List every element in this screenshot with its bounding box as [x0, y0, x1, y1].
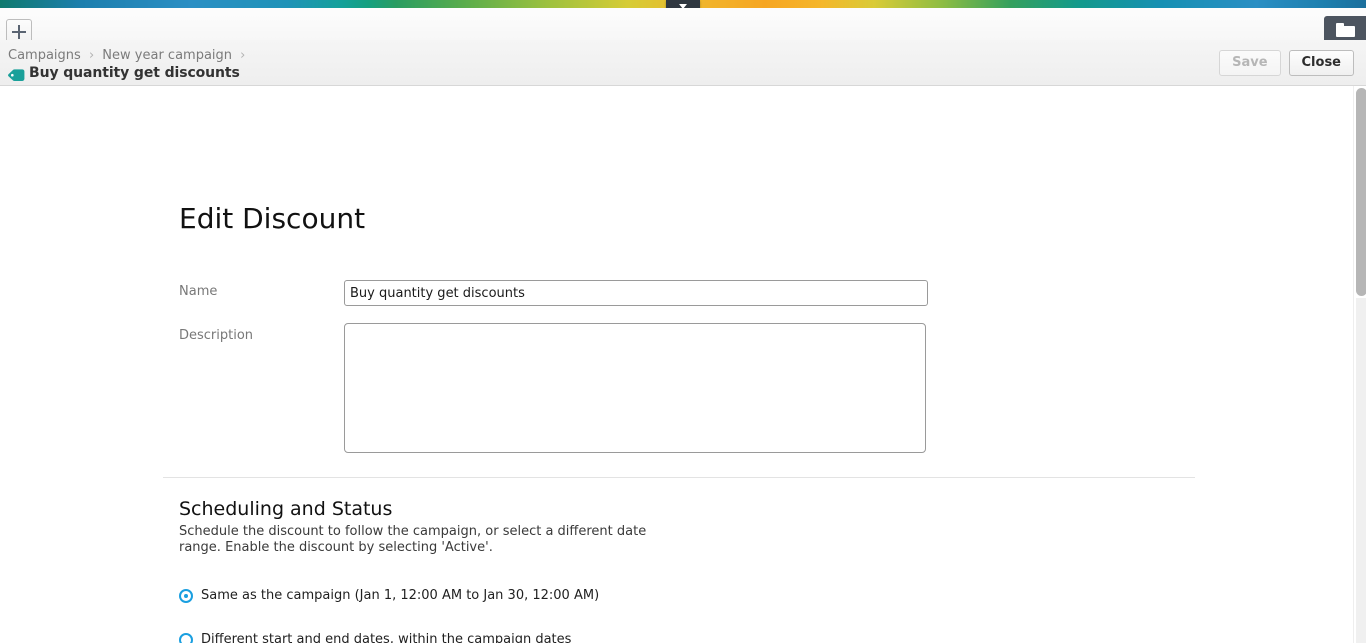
page-title-row: Buy quantity get discounts — [8, 65, 240, 81]
description-textarea[interactable] — [344, 323, 926, 453]
scheduling-heading: Scheduling and Status — [179, 498, 393, 520]
main-content: Edit Discount Name Description Schedulin… — [0, 86, 1354, 643]
radio-option-same-as-campaign[interactable]: Same as the campaign (Jan 1, 12:00 AM to… — [179, 588, 599, 603]
close-button[interactable]: Close — [1288, 50, 1354, 76]
name-field-label: Name — [179, 284, 218, 299]
page-title: Buy quantity get discounts — [29, 65, 240, 81]
form-heading: Edit Discount — [179, 202, 366, 235]
radio-label-same-as-campaign[interactable]: Same as the campaign (Jan 1, 12:00 AM to… — [201, 588, 599, 603]
vertical-scrollbar[interactable] — [1353, 86, 1366, 643]
header-actions: Save Close — [1219, 50, 1354, 76]
breadcrumb-separator: › — [240, 48, 246, 63]
radio-label-different-dates[interactable]: Different start and end dates, within th… — [201, 632, 571, 643]
radio-option-different-dates[interactable]: Different start and end dates, within th… — [179, 632, 571, 643]
breadcrumb: Campaigns › New year campaign › — [8, 48, 249, 63]
breadcrumb-item-campaigns[interactable]: Campaigns — [8, 48, 81, 63]
scrollbar-track-lower[interactable] — [1356, 298, 1366, 643]
scrollbar-thumb[interactable] — [1356, 88, 1366, 296]
scheduling-description: Schedule the discount to follow the camp… — [179, 524, 647, 555]
radio-icon-checked[interactable] — [179, 588, 193, 603]
breadcrumb-separator: › — [88, 48, 95, 63]
name-input[interactable] — [344, 280, 928, 306]
page-header: Campaigns › New year campaign › Buy quan… — [0, 40, 1366, 86]
save-button[interactable]: Save — [1219, 50, 1281, 76]
description-field-label: Description — [179, 328, 254, 343]
tag-icon — [8, 67, 25, 81]
section-divider — [163, 477, 1195, 478]
app-chrome-bar — [0, 8, 1366, 45]
breadcrumb-item-new-year-campaign[interactable]: New year campaign — [102, 48, 232, 63]
radio-icon-unchecked[interactable] — [179, 632, 193, 643]
